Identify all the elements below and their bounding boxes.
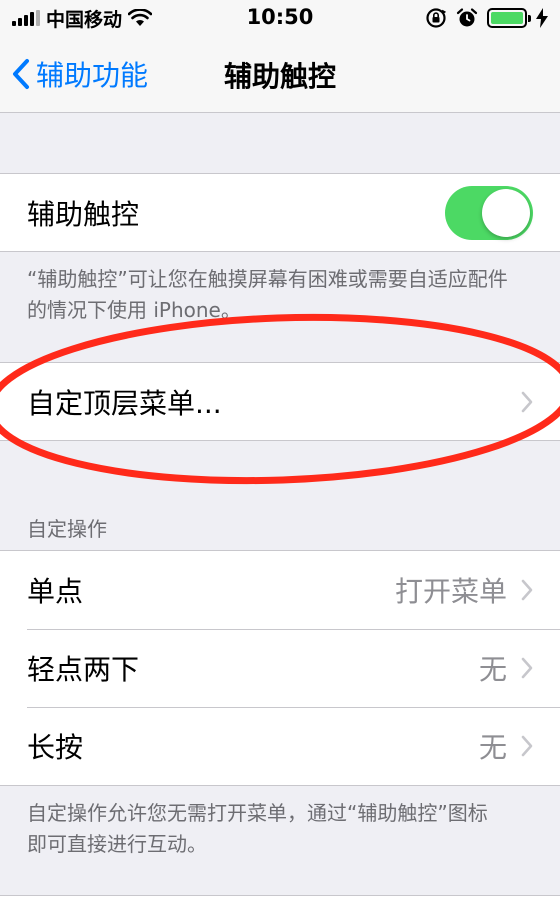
custom-menu-group: 自定顶层菜单... — [0, 362, 560, 441]
alarm-icon — [456, 8, 478, 27]
custom-actions-footnote: 自定操作允许您无需打开菜单，通过“辅助触控”图标即可直接进行互动。 — [27, 801, 488, 856]
single-tap-row[interactable]: 单点 打开菜单 — [0, 551, 560, 629]
assistive-touch-group: 辅助触控 — [0, 173, 560, 252]
page-title: 辅助触控 — [223, 60, 336, 93]
double-tap-label: 轻点两下 — [27, 653, 140, 686]
chevron-right-icon — [521, 735, 533, 757]
charging-icon — [536, 8, 548, 28]
battery-icon — [487, 8, 531, 28]
navigation-bar: 辅助功能 辅助触控 — [0, 36, 560, 113]
assistive-touch-toggle[interactable] — [445, 185, 533, 240]
single-tap-label: 单点 — [27, 575, 84, 608]
status-right — [425, 6, 548, 30]
long-press-label: 长按 — [27, 731, 84, 764]
chevron-right-icon — [521, 657, 533, 679]
custom-actions-header: 自定操作 — [27, 517, 107, 541]
customize-top-level-menu-label: 自定顶层菜单... — [27, 386, 222, 420]
custom-actions-group: 单点 打开菜单 轻点两下 无 长按 无 — [0, 550, 560, 786]
single-tap-value: 打开菜单 — [394, 575, 507, 608]
next-group — [0, 895, 560, 919]
assistive-touch-footnote: “辅助触控”可让您在触摸屏幕有困难或需要自适应配件的情况下使用 iPhone。 — [27, 267, 508, 322]
long-press-value: 无 — [478, 731, 507, 764]
chevron-right-icon — [521, 579, 533, 601]
orientation-lock-icon — [426, 8, 447, 28]
toggle-knob — [482, 188, 530, 237]
status-bar: 中国移动 10:50 — [0, 0, 560, 36]
assistive-touch-row: 辅助触控 — [0, 174, 560, 251]
assistive-touch-label: 辅助触控 — [27, 197, 140, 231]
double-tap-row[interactable]: 轻点两下 无 — [0, 629, 560, 707]
double-tap-value: 无 — [478, 653, 507, 686]
customize-top-level-menu-row[interactable]: 自定顶层菜单... — [0, 363, 560, 440]
long-press-row[interactable]: 长按 无 — [0, 707, 560, 785]
settings-screen: 中国移动 10:50 辅助功能 辅助触控 辅助触控 “辅助触控”可让您在触摸屏幕… — [0, 0, 560, 919]
chevron-right-icon — [521, 391, 533, 412]
